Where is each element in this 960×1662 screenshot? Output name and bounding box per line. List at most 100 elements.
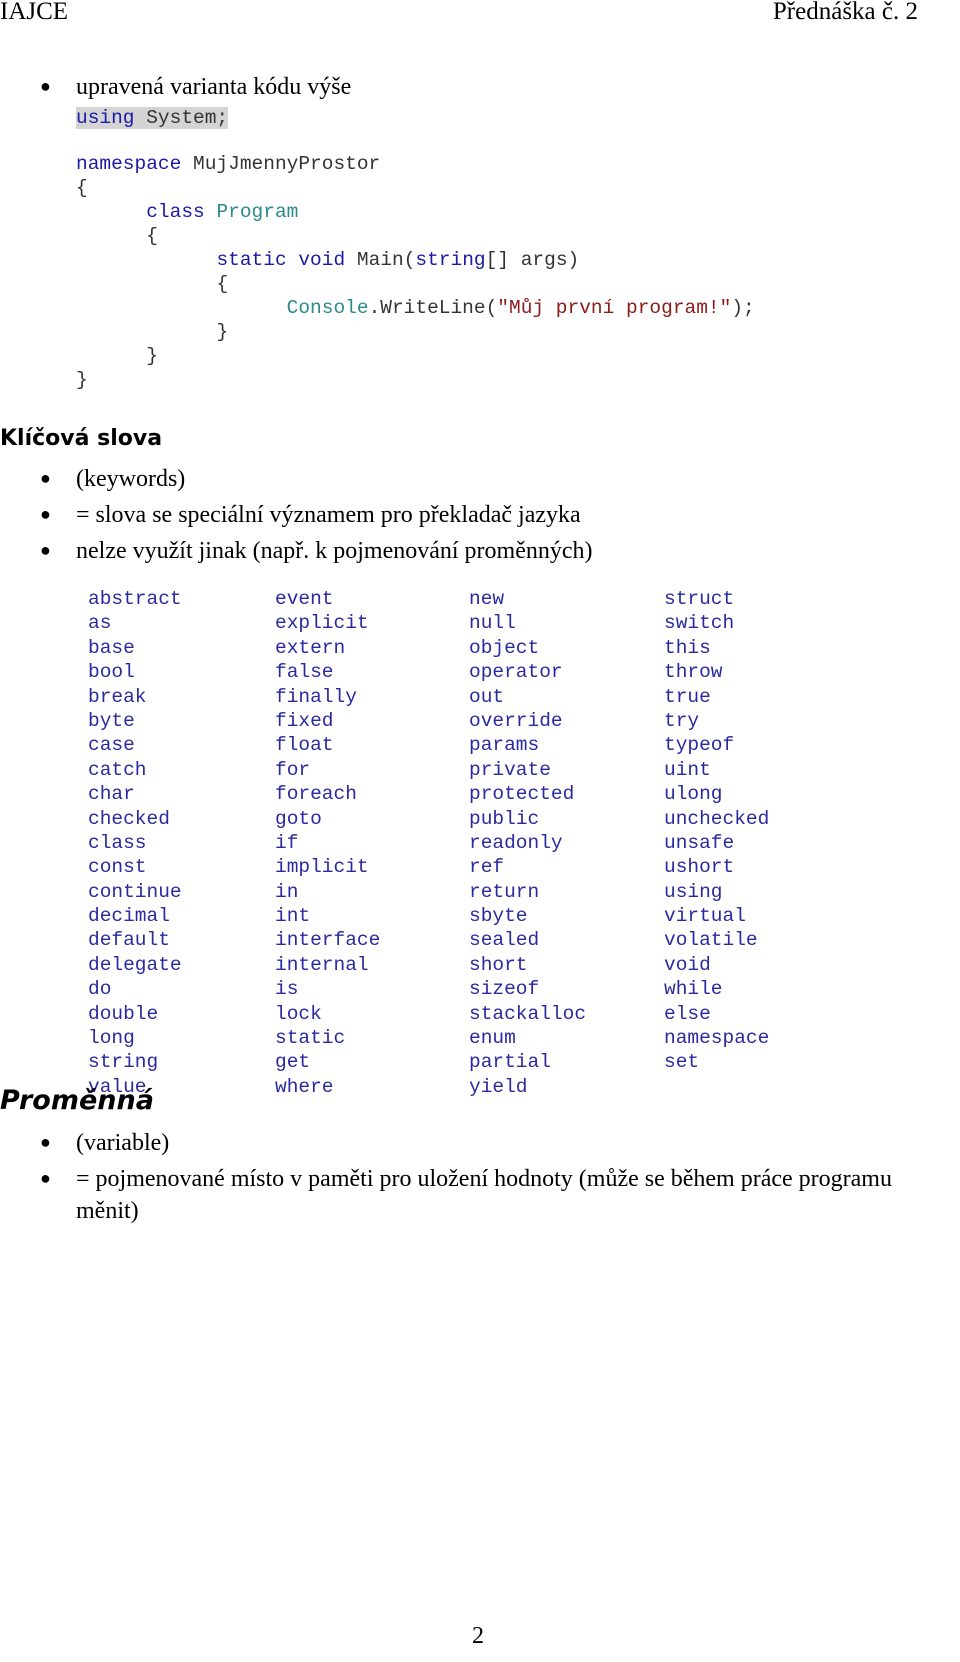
code-brace: { bbox=[216, 273, 229, 295]
code-string: "Můj první program!" bbox=[497, 297, 732, 319]
keyword-row: base extern object this bbox=[88, 637, 769, 661]
code-type: Console bbox=[286, 297, 369, 319]
keyword-cell: foreach bbox=[275, 783, 357, 806]
code-brace: } bbox=[216, 321, 229, 343]
keyword-cell: long bbox=[88, 1027, 135, 1050]
keyword-cell: bool bbox=[88, 661, 135, 684]
keyword-cell: delegate bbox=[88, 953, 182, 976]
code-line-using: using System; bbox=[76, 106, 229, 130]
keyword-cell: abstract bbox=[88, 588, 182, 610]
bullet-text: (keywords) bbox=[76, 466, 186, 492]
code-keyword: static bbox=[216, 249, 287, 271]
code-type: Program bbox=[216, 201, 299, 223]
keyword-row: const implicit ref ushort bbox=[88, 856, 769, 880]
keyword-cell: public bbox=[469, 807, 540, 830]
keyword-cell: ushort bbox=[664, 856, 735, 879]
keyword-row: value where yield bbox=[88, 1076, 769, 1100]
keyword-row: do is sizeof while bbox=[88, 978, 769, 1002]
variable-bullet: ● (variable) bbox=[40, 1130, 169, 1157]
keyword-cell: continue bbox=[88, 880, 182, 903]
code-brace: } bbox=[146, 345, 158, 367]
keyword-cell: case bbox=[88, 734, 135, 757]
keyword-cell: out bbox=[469, 685, 505, 708]
code-brace: { bbox=[76, 177, 88, 199]
keyword-row: double lock stackalloc else bbox=[88, 1003, 769, 1027]
keyword-row: case float params typeof bbox=[88, 734, 769, 758]
bullet-icon: ● bbox=[40, 504, 51, 524]
keyword-row: char foreach protected ulong bbox=[88, 783, 769, 807]
keyword-cell: sealed bbox=[469, 929, 540, 952]
keyword-cell: ref bbox=[469, 856, 505, 879]
keyword-cell: explicit bbox=[275, 612, 369, 635]
variable-heading: Proměnná bbox=[0, 1085, 154, 1116]
keyword-cell: char bbox=[88, 783, 135, 806]
keyword-cell: sizeof bbox=[469, 978, 540, 1001]
keyword-cell: stackalloc bbox=[469, 1002, 587, 1025]
variable-bullet: ● = pojmenované místo v paměti pro ulože… bbox=[40, 1166, 892, 1193]
keywords-bullet: ● nelze využít jinak (např. k pojmenován… bbox=[40, 538, 593, 565]
keyword-cell: while bbox=[664, 978, 723, 1001]
keyword-cell: extern bbox=[275, 636, 346, 659]
code-block: namespace MujJmennyProstor { class Progr… bbox=[76, 152, 755, 392]
keyword-cell: get bbox=[275, 1051, 311, 1074]
keyword-cell: is bbox=[275, 978, 299, 1001]
keyword-cell: int bbox=[275, 905, 311, 928]
keyword-row: default interface sealed volatile bbox=[88, 929, 769, 953]
keyword-cell: do bbox=[88, 978, 112, 1001]
keyword-cell: break bbox=[88, 685, 147, 708]
keywords-heading: Klíčová slova bbox=[0, 426, 163, 451]
keyword-cell: unchecked bbox=[664, 807, 770, 830]
keyword-cell: readonly bbox=[469, 831, 563, 854]
keyword-cell: float bbox=[275, 734, 334, 757]
keyword-cell: internal bbox=[275, 953, 369, 976]
keyword-cell: virtual bbox=[664, 905, 746, 928]
bullet-icon: ● bbox=[40, 76, 51, 96]
keyword-cell: class bbox=[88, 831, 147, 854]
keyword-cell: implicit bbox=[275, 856, 369, 879]
keyword-cell: default bbox=[88, 929, 170, 952]
keyword-cell: throw bbox=[664, 661, 723, 684]
bullet-icon: ● bbox=[40, 468, 51, 488]
keyword-cell: return bbox=[469, 880, 540, 903]
keyword-cell: null bbox=[469, 612, 516, 635]
keyword-cell: switch bbox=[664, 612, 735, 635]
keyword-cell: short bbox=[469, 953, 528, 976]
keyword-cell: private bbox=[469, 758, 551, 781]
keyword-row: byte fixed override try bbox=[88, 710, 769, 734]
keyword-cell: if bbox=[275, 831, 299, 854]
keyword-cell: true bbox=[664, 685, 711, 708]
header-course: IAJCE bbox=[0, 0, 69, 25]
bullet-text: = pojmenované místo v paměti pro uložení… bbox=[76, 1166, 892, 1192]
code-text: System; bbox=[134, 107, 229, 129]
keyword-row: abstract event new struct bbox=[88, 588, 769, 612]
keyword-cell: where bbox=[275, 1075, 334, 1098]
code-text: .WriteLine( bbox=[368, 297, 498, 319]
keyword-row: bool false operator throw bbox=[88, 661, 769, 685]
bullet-text: = slova se speciální významem pro překla… bbox=[76, 502, 581, 528]
keyword-cell: in bbox=[275, 880, 299, 903]
keyword-cell: catch bbox=[88, 758, 147, 781]
keyword-cell: finally bbox=[275, 685, 357, 708]
keyword-cell: volatile bbox=[664, 929, 758, 952]
keyword-cell: struct bbox=[664, 588, 735, 610]
keyword-cell: decimal bbox=[88, 905, 170, 928]
keyword-cell: set bbox=[664, 1051, 700, 1074]
bullet-icon: ● bbox=[40, 540, 51, 560]
keyword-row: decimal int sbyte virtual bbox=[88, 905, 769, 929]
keyword-cell: false bbox=[275, 661, 334, 684]
keyword-cell: checked bbox=[88, 807, 170, 830]
keyword-cell: goto bbox=[275, 807, 322, 830]
keyword-cell: enum bbox=[469, 1027, 516, 1050]
keyword-row: break finally out true bbox=[88, 686, 769, 710]
keyword-cell: using bbox=[664, 880, 723, 903]
bullet-icon: ● bbox=[40, 1168, 51, 1188]
intro-bullet-text: upravená varianta kódu výše bbox=[76, 74, 352, 100]
keyword-cell: sbyte bbox=[469, 905, 528, 928]
bullet-text: nelze využít jinak (např. k pojmenování … bbox=[76, 538, 593, 564]
code-keyword: class bbox=[146, 201, 205, 223]
code-brace: } bbox=[76, 369, 88, 391]
keyword-cell: lock bbox=[275, 1002, 322, 1025]
keyword-row: delegate internal short void bbox=[88, 954, 769, 978]
keyword-row: long static enum namespace bbox=[88, 1027, 769, 1051]
keyword-cell: yield bbox=[469, 1075, 528, 1098]
